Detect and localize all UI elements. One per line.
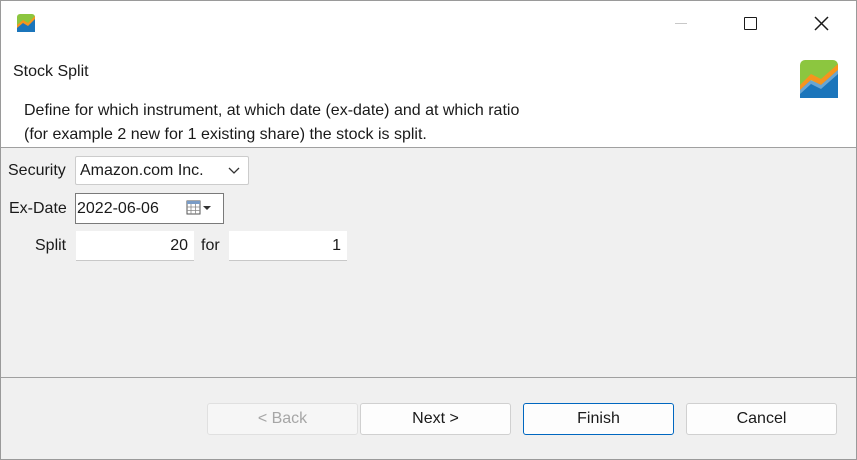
ex-date-value: 2022-06-06 bbox=[77, 200, 159, 217]
page-description: Define for which instrument, at which da… bbox=[24, 99, 519, 147]
wizard-logo-icon bbox=[800, 60, 838, 98]
description-line: (for example 2 new for 1 existing share)… bbox=[24, 126, 427, 143]
close-icon bbox=[813, 15, 829, 31]
chevron-down-icon bbox=[228, 167, 240, 174]
split-new-shares-input[interactable]: 20 bbox=[76, 231, 194, 261]
minimize-icon bbox=[675, 22, 687, 24]
split-label: Split bbox=[35, 237, 67, 254]
title-bar bbox=[1, 1, 856, 45]
cancel-button[interactable]: Cancel bbox=[686, 403, 837, 435]
calendar-icon[interactable] bbox=[186, 200, 212, 216]
stock-split-wizard-window: Stock Split Define for which instrument,… bbox=[0, 0, 857, 460]
finish-button[interactable]: Finish bbox=[523, 403, 674, 435]
minimize-button[interactable] bbox=[646, 1, 716, 45]
security-dropdown[interactable]: Amazon.com Inc. bbox=[75, 156, 249, 185]
security-value: Amazon.com Inc. bbox=[80, 162, 204, 179]
app-logo-icon bbox=[17, 14, 35, 32]
back-button[interactable]: < Back bbox=[207, 403, 358, 435]
wizard-header: Stock Split Define for which instrument,… bbox=[1, 45, 856, 148]
maximize-icon bbox=[743, 16, 757, 30]
description-line: Define for which instrument, at which da… bbox=[24, 102, 520, 119]
split-existing-shares-value: 1 bbox=[332, 237, 341, 254]
maximize-button[interactable] bbox=[715, 1, 785, 45]
security-label: Security bbox=[8, 162, 66, 179]
page-title: Stock Split bbox=[13, 63, 89, 80]
ex-date-picker[interactable]: 2022-06-06 bbox=[75, 193, 224, 224]
next-button[interactable]: Next > bbox=[360, 403, 511, 435]
close-button[interactable] bbox=[786, 1, 856, 45]
button-bar-divider bbox=[1, 377, 856, 378]
split-new-shares-value: 20 bbox=[170, 237, 188, 254]
ex-date-label: Ex-Date bbox=[9, 200, 67, 217]
split-existing-shares-input[interactable]: 1 bbox=[229, 231, 347, 261]
split-for-label: for bbox=[201, 237, 220, 254]
